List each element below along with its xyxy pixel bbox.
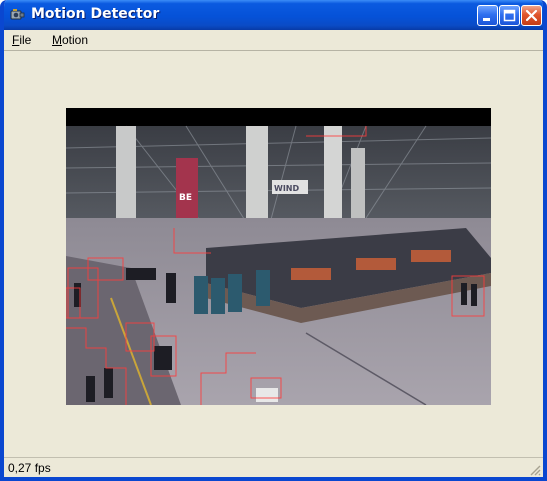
- close-button[interactable]: [521, 5, 542, 26]
- minimize-icon: [483, 18, 490, 21]
- app-icon: [9, 7, 25, 23]
- client-area: BE WIND: [4, 51, 543, 457]
- resize-grip-icon[interactable]: [528, 463, 541, 476]
- maximize-icon: [503, 9, 516, 22]
- status-bar: 0,27 fps: [4, 457, 543, 477]
- window-title: Motion Detector: [31, 6, 160, 22]
- maximize-button[interactable]: [499, 5, 520, 26]
- menu-motion[interactable]: Motion: [52, 33, 88, 47]
- signage-text: WIND: [274, 184, 299, 193]
- minimize-button[interactable]: [477, 5, 498, 26]
- app-window: Motion Detector File Motion BE WIND 0,27…: [0, 0, 547, 481]
- fps-readout: 0,27 fps: [8, 461, 51, 475]
- menu-motion-accel: M: [52, 33, 62, 47]
- title-bar[interactable]: Motion Detector: [4, 0, 543, 30]
- airport-terminal-image: BE WIND: [66, 108, 491, 405]
- sign-side-text: BE: [179, 193, 192, 203]
- menu-bar: File Motion: [4, 30, 543, 51]
- menu-motion-label: otion: [62, 33, 89, 47]
- camera-feed: BE WIND: [66, 108, 491, 405]
- menu-file[interactable]: File: [12, 33, 31, 47]
- menu-file-label: ile: [19, 33, 32, 47]
- close-icon: [525, 9, 538, 22]
